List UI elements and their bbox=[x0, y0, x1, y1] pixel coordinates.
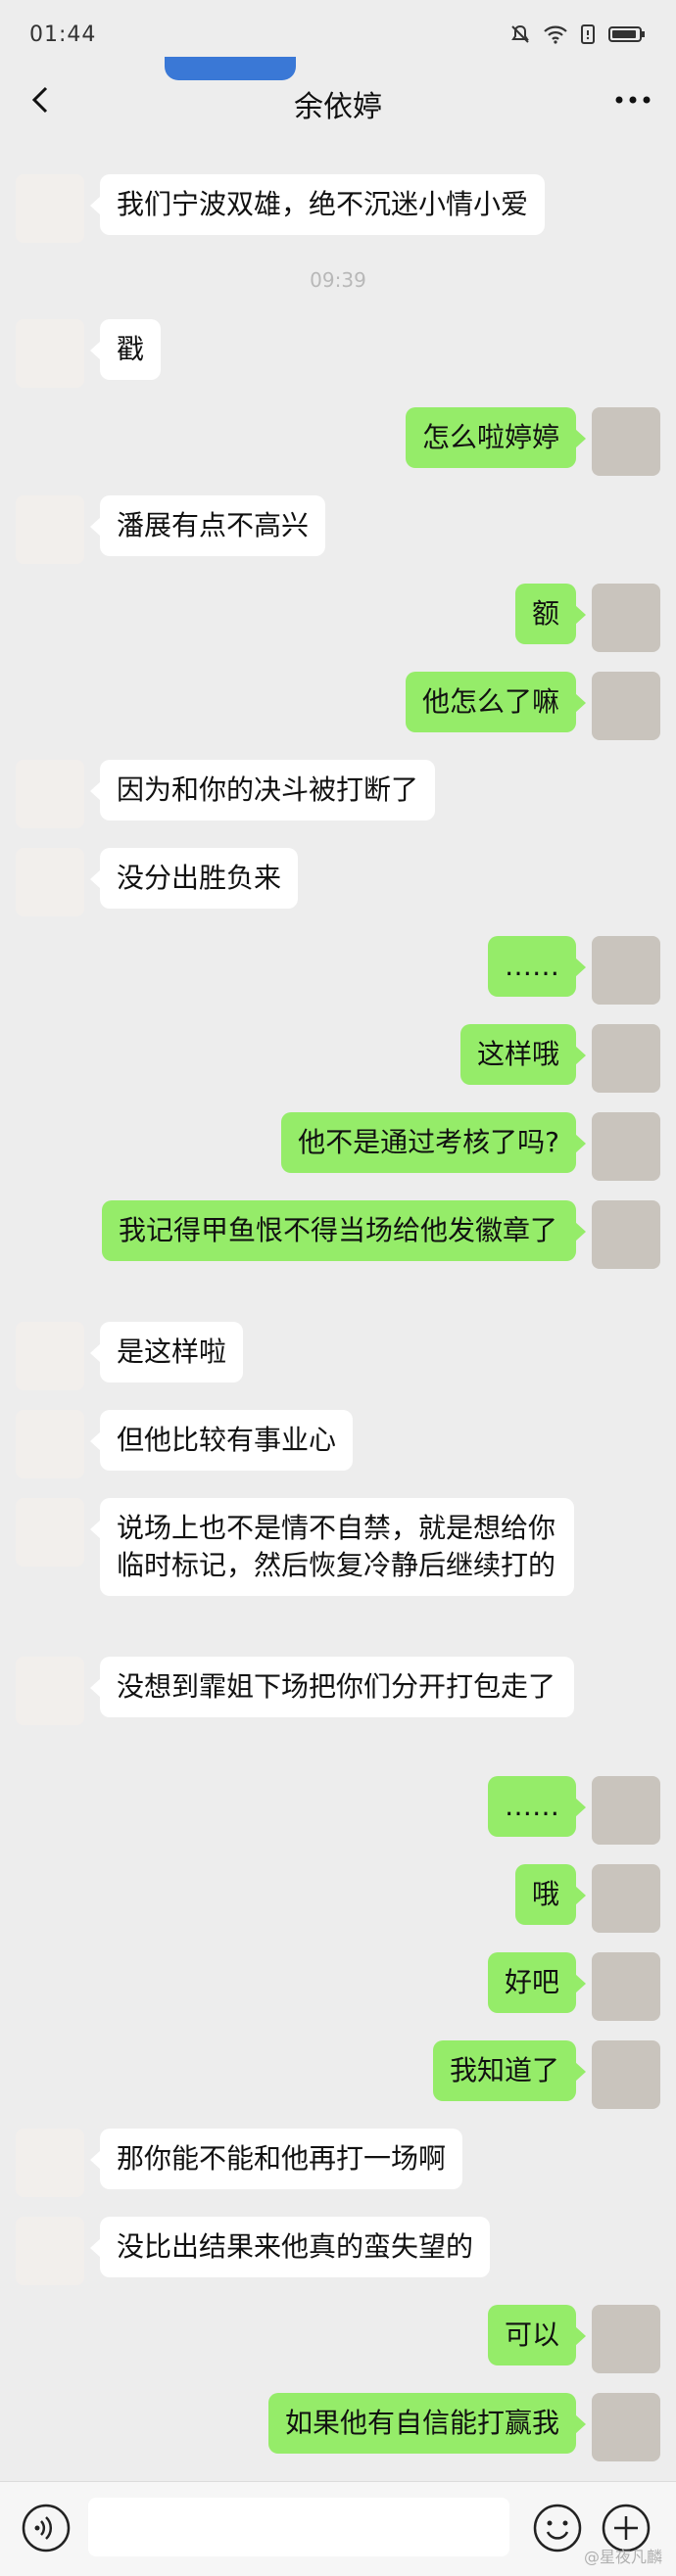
contact-avatar[interactable] bbox=[16, 319, 84, 388]
contact-avatar[interactable] bbox=[16, 1657, 84, 1725]
outgoing-message[interactable]: 这样哦 bbox=[459, 1024, 587, 1085]
outgoing-message[interactable]: 怎么啦婷婷 bbox=[405, 407, 587, 468]
my-avatar[interactable] bbox=[592, 2305, 660, 2373]
contact-avatar[interactable] bbox=[16, 1498, 84, 1567]
my-avatar[interactable] bbox=[592, 1024, 660, 1093]
incoming-message[interactable]: 那你能不能和他再打一场啊 bbox=[89, 2129, 463, 2189]
outgoing-message[interactable]: …… bbox=[488, 1776, 586, 1837]
voice-icon[interactable] bbox=[20, 2502, 72, 2554]
contact-avatar[interactable] bbox=[16, 848, 84, 916]
outgoing-message[interactable]: 如果他有自信能打赢我 bbox=[267, 2393, 587, 2454]
my-avatar[interactable] bbox=[592, 1952, 660, 2021]
incoming-message[interactable]: 戳 bbox=[89, 319, 162, 380]
outgoing-message[interactable]: 好吧 bbox=[487, 1952, 587, 2013]
incoming-message[interactable]: 但他比较有事业心 bbox=[89, 1410, 354, 1471]
contact-avatar[interactable] bbox=[16, 1410, 84, 1478]
my-avatar[interactable] bbox=[592, 1776, 660, 1845]
contact-avatar[interactable] bbox=[16, 495, 84, 564]
my-avatar[interactable] bbox=[592, 2040, 660, 2109]
outgoing-message[interactable]: 额 bbox=[514, 584, 587, 644]
incoming-message[interactable]: 潘展有点不高兴 bbox=[89, 495, 326, 556]
outgoing-message[interactable]: 我知道了 bbox=[432, 2040, 587, 2101]
incoming-message[interactable]: 因为和你的决斗被打断了 bbox=[89, 760, 436, 820]
contact-avatar[interactable] bbox=[16, 1322, 84, 1390]
outgoing-message[interactable]: 可以 bbox=[487, 2305, 587, 2365]
outgoing-message[interactable]: 我记得甲鱼恨不得当场给他发徽章了 bbox=[102, 1200, 586, 1261]
message-input[interactable] bbox=[88, 2498, 509, 2556]
contact-avatar[interactable] bbox=[16, 174, 84, 243]
outgoing-message[interactable]: 他怎么了嘛 bbox=[405, 672, 587, 732]
incoming-message[interactable]: 说场上也不是情不自禁，就是想给你临时标记，然后恢复冷静后继续打的 bbox=[90, 1498, 574, 1596]
my-avatar[interactable] bbox=[592, 584, 660, 652]
outgoing-message[interactable]: 哦 bbox=[514, 1864, 587, 1925]
incoming-message[interactable]: 没比出结果来他真的蛮失望的 bbox=[89, 2217, 491, 2277]
my-avatar[interactable] bbox=[592, 936, 660, 1005]
chat-area: 我们宁波双雄，绝不沉迷小情小爱 戳 怎么啦婷婷 潘展有点不高兴 额 他怎么了嘛 … bbox=[0, 0, 676, 2575]
incoming-message[interactable]: 我们宁波双雄，绝不沉迷小情小爱 bbox=[89, 174, 546, 235]
my-avatar[interactable] bbox=[592, 407, 660, 476]
contact-avatar[interactable] bbox=[16, 2129, 84, 2197]
my-avatar[interactable] bbox=[592, 1200, 660, 1269]
my-avatar[interactable] bbox=[592, 2393, 660, 2461]
my-avatar[interactable] bbox=[592, 1864, 660, 1933]
incoming-message[interactable]: 没分出胜负来 bbox=[89, 848, 299, 909]
outgoing-message[interactable]: …… bbox=[488, 936, 586, 997]
outgoing-message[interactable]: 他不是通过考核了吗? bbox=[281, 1112, 586, 1173]
emoji-icon[interactable] bbox=[531, 2502, 584, 2554]
contact-avatar[interactable] bbox=[16, 2217, 84, 2285]
credit-watermark: @星夜凡麟 bbox=[583, 2548, 662, 2566]
incoming-message[interactable]: 是这样啦 bbox=[89, 1322, 244, 1382]
input-bar bbox=[0, 2481, 676, 2576]
incoming-message[interactable]: 没想到霏姐下场把你们分开打包走了 bbox=[90, 1657, 574, 1717]
my-avatar[interactable] bbox=[592, 672, 660, 740]
contact-avatar[interactable] bbox=[16, 760, 84, 828]
my-avatar[interactable] bbox=[592, 1112, 660, 1181]
